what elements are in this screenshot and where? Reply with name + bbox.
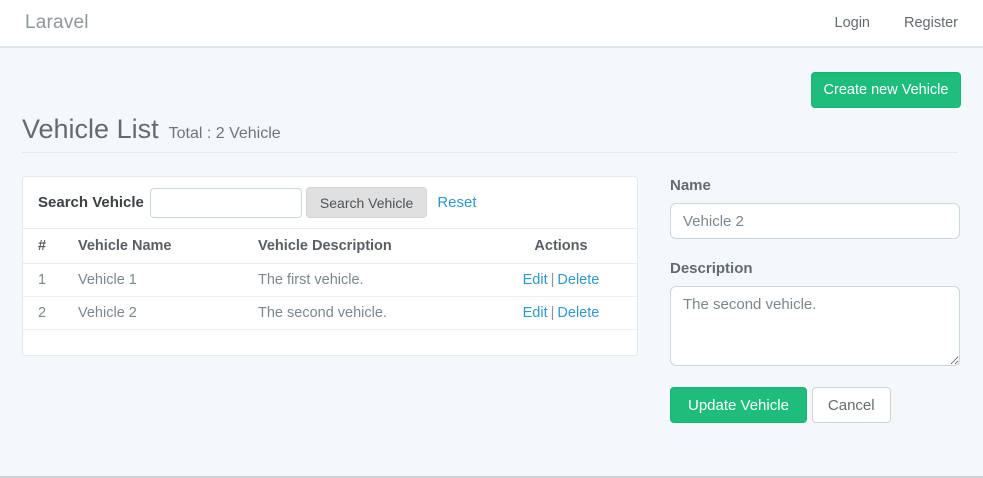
brand-logo[interactable]: Laravel: [25, 12, 89, 34]
search-button[interactable]: Search Vehicle: [306, 187, 427, 218]
name-field[interactable]: [670, 203, 960, 239]
search-bar: Search Vehicle Search Vehicle Reset: [23, 177, 637, 228]
table-row: 1 Vehicle 1 The first vehicle. Edit|Dele…: [23, 264, 637, 297]
update-vehicle-button[interactable]: Update Vehicle: [670, 387, 807, 423]
delete-link[interactable]: Delete: [557, 305, 599, 321]
nav-link-register[interactable]: Register: [904, 15, 958, 31]
page-heading: Vehicle List Total : 2 Vehicle: [22, 114, 281, 145]
row-num: 2: [23, 297, 63, 330]
navbar: Laravel Login Register: [0, 0, 983, 48]
row-vehicle-description: The first vehicle.: [243, 264, 485, 297]
page: Laravel Login Register Create new Vehicl…: [0, 0, 983, 478]
form-buttons: Update Vehicle Cancel: [670, 387, 960, 423]
vehicle-table: # Vehicle Name Vehicle Description Actio…: [23, 228, 637, 330]
table-row: 2 Vehicle 2 The second vehicle. Edit|Del…: [23, 297, 637, 330]
create-vehicle-button[interactable]: Create new Vehicle: [811, 72, 961, 108]
row-num: 1: [23, 264, 63, 297]
edit-link[interactable]: Edit: [523, 305, 548, 321]
name-label: Name: [670, 177, 960, 194]
cancel-button[interactable]: Cancel: [812, 387, 891, 423]
delete-link[interactable]: Delete: [557, 272, 599, 288]
action-separator: |: [551, 272, 555, 288]
action-separator: |: [551, 305, 555, 321]
total-count-label: Total : 2 Vehicle: [169, 125, 281, 143]
navbar-links: Login Register: [835, 15, 958, 31]
row-actions: Edit|Delete: [485, 297, 637, 330]
row-vehicle-name: Vehicle 1: [63, 264, 243, 297]
table-header-row: # Vehicle Name Vehicle Description Actio…: [23, 229, 637, 264]
header-vehicle-name: Vehicle Name: [63, 229, 243, 264]
page-title: Vehicle List: [22, 114, 159, 145]
row-actions: Edit|Delete: [485, 264, 637, 297]
header-vehicle-description: Vehicle Description: [243, 229, 485, 264]
search-input[interactable]: [150, 188, 302, 218]
description-label: Description: [670, 260, 960, 277]
nav-link-login[interactable]: Login: [835, 15, 870, 31]
edit-link[interactable]: Edit: [523, 272, 548, 288]
header-actions: Actions: [485, 229, 637, 264]
row-vehicle-name: Vehicle 2: [63, 297, 243, 330]
header-num: #: [23, 229, 63, 264]
vehicle-edit-form: Name Description The second vehicle. Upd…: [670, 177, 960, 423]
vehicle-list-card: Search Vehicle Search Vehicle Reset # Ve…: [22, 176, 638, 356]
description-field[interactable]: The second vehicle.: [670, 286, 960, 366]
heading-divider: [22, 152, 958, 153]
row-vehicle-description: The second vehicle.: [243, 297, 485, 330]
search-label: Search Vehicle: [38, 194, 144, 211]
reset-link[interactable]: Reset: [437, 194, 476, 211]
